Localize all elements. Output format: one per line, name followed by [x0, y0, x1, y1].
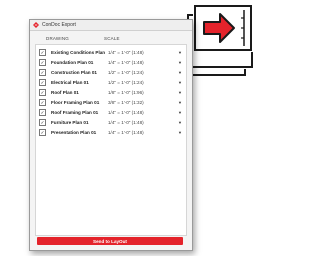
drawing-name: Roof Plan 01: [51, 90, 79, 95]
drawing-name: Floor Framing Plan 01: [51, 100, 100, 105]
scale-select[interactable]: 1/2" = 1'-0" (1:24): [108, 70, 156, 75]
include-checkbox[interactable]: ✓: [39, 79, 46, 86]
condoc-logo-icon: [33, 22, 39, 28]
chevron-down-icon[interactable]: ▼: [178, 60, 182, 65]
chevron-down-icon[interactable]: ▼: [178, 50, 182, 55]
list-item: ✓ Furniture Plan 01 1/4" = 1'-0" (1:48) …: [39, 118, 183, 127]
scale-select[interactable]: 1/4" = 1'-0" (1:48): [108, 60, 156, 65]
scale-select[interactable]: 1/8" = 1'-0" (1:96): [108, 90, 156, 95]
include-checkbox[interactable]: ✓: [39, 109, 46, 116]
drawing-name: Presentation Plan 01: [51, 130, 97, 135]
chevron-down-icon[interactable]: ▼: [178, 120, 182, 125]
chevron-down-icon[interactable]: ▼: [178, 80, 182, 85]
list-item: ✓ Roof Plan 01 1/8" = 1'-0" (1:96) ▼: [39, 88, 183, 97]
drawing-list: ✓ Existing Conditions Plan 01 1/4" = 1'-…: [35, 44, 187, 236]
scale-select[interactable]: 3/8" = 1'-0" (1:32): [108, 100, 156, 105]
export-to-layout-icon: [194, 5, 252, 51]
scale-select[interactable]: 1/4" = 1'-0" (1:48): [108, 110, 156, 115]
include-checkbox[interactable]: ✓: [39, 59, 46, 66]
export-dialog: ConDoc Export DRAWING SCALE ✓ Existing C…: [29, 19, 193, 251]
chevron-down-icon[interactable]: ▼: [178, 130, 182, 135]
column-header: DRAWING SCALE: [36, 34, 182, 43]
chevron-down-icon[interactable]: ▼: [178, 70, 182, 75]
include-checkbox[interactable]: ✓: [39, 49, 46, 56]
drawing-name: Foundation Plan 01: [51, 60, 94, 65]
window-title: ConDoc Export: [42, 22, 76, 28]
include-checkbox[interactable]: ✓: [39, 129, 46, 136]
list-item: ✓ Foundation Plan 01 1/4" = 1'-0" (1:48)…: [39, 58, 183, 67]
title-bar[interactable]: ConDoc Export: [30, 20, 192, 31]
scale-select[interactable]: 1/4" = 1'-0" (1:48): [108, 50, 156, 55]
column-drawing-header: DRAWING: [46, 36, 69, 41]
drawing-name: Roof Framing Plan 01: [51, 110, 99, 115]
drawing-name: Electrical Plan 01: [51, 80, 89, 85]
chevron-down-icon[interactable]: ▼: [178, 110, 182, 115]
include-checkbox[interactable]: ✓: [39, 119, 46, 126]
scale-select[interactable]: 1/4" = 1'-0" (1:48): [108, 130, 156, 135]
chevron-down-icon[interactable]: ▼: [178, 100, 182, 105]
list-item: ✓ Presentation Plan 01 1/4" = 1'-0" (1:4…: [39, 128, 183, 137]
list-item: ✓ Roof Framing Plan 01 1/4" = 1'-0" (1:4…: [39, 108, 183, 117]
include-checkbox[interactable]: ✓: [39, 89, 46, 96]
scale-select[interactable]: 1/2" = 1'-0" (1:24): [108, 80, 156, 85]
drawing-name: Existing Conditions Plan 01: [51, 50, 106, 55]
list-item: ✓ Construction Plan 01 1/2" = 1'-0" (1:2…: [39, 68, 183, 77]
chevron-down-icon[interactable]: ▼: [178, 90, 182, 95]
drawing-name: Furniture Plan 01: [51, 120, 89, 125]
drawing-name: Construction Plan 01: [51, 70, 97, 75]
include-checkbox[interactable]: ✓: [39, 99, 46, 106]
include-checkbox[interactable]: ✓: [39, 69, 46, 76]
list-item: ✓ Electrical Plan 01 1/2" = 1'-0" (1:24)…: [39, 78, 183, 87]
column-scale-header: SCALE: [104, 36, 120, 41]
scale-select[interactable]: 1/4" = 1'-0" (1:48): [108, 120, 156, 125]
list-item: ✓ Floor Framing Plan 01 3/8" = 1'-0" (1:…: [39, 98, 183, 107]
send-to-layout-button[interactable]: Send to LayOut: [37, 237, 183, 245]
list-item: ✓ Existing Conditions Plan 01 1/4" = 1'-…: [39, 48, 183, 57]
